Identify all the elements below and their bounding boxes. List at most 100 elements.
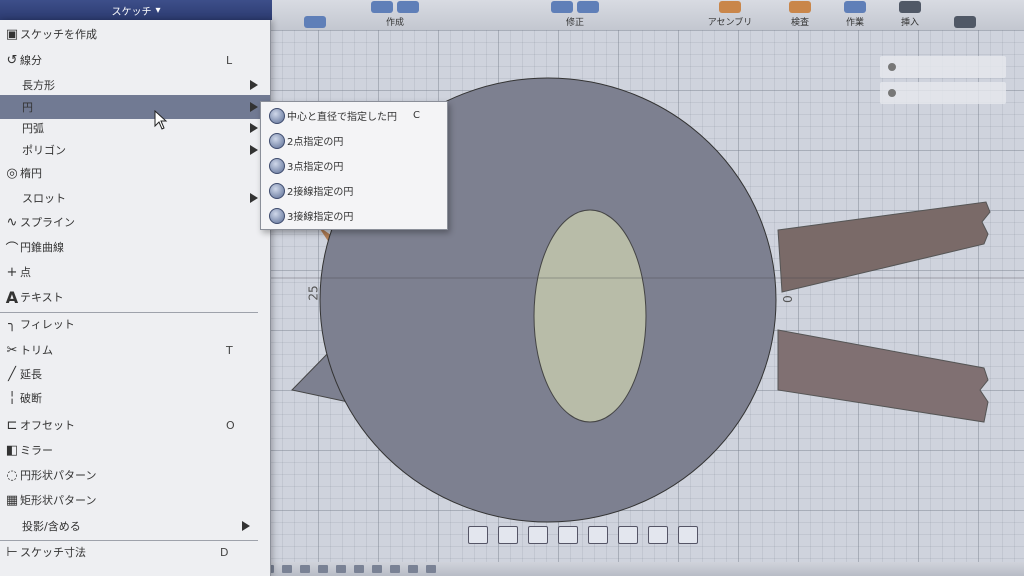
- menu-item-create-sketch[interactable]: ▣ スケッチを作成: [0, 22, 270, 46]
- submenu-item-label: 中心と直径で指定した円: [287, 112, 397, 123]
- sketch-menu-title: スケッチ: [111, 6, 152, 18]
- toolbar-label-create: 作成: [385, 18, 404, 28]
- orbit-icon[interactable]: [468, 526, 488, 544]
- submenu-arrow-icon: [250, 145, 258, 155]
- toolbar-group-inspect[interactable]: 検査: [775, 0, 825, 30]
- timeline-feature-icon[interactable]: [336, 565, 346, 573]
- menu-item-label: 円: [22, 101, 33, 114]
- submenu-arrow-icon: [250, 123, 258, 133]
- toolbar-label-assemble: アセンブリ: [707, 18, 753, 28]
- sketch-dimension-icon: ⊢: [6, 544, 18, 560]
- timeline-feature-icon[interactable]: [282, 565, 292, 573]
- toolbar-label-insert: 挿入: [900, 18, 919, 28]
- toolbar-group-blank[interactable]: [285, 0, 345, 30]
- viewports-icon[interactable]: [678, 526, 698, 544]
- timeline-feature-icon[interactable]: [354, 565, 364, 573]
- submenu-item-two-point-circle[interactable]: 2点指定の円: [261, 128, 447, 153]
- toolbar-group-construct[interactable]: 作業: [830, 0, 880, 30]
- menu-item-polygon[interactable]: ポリゴン: [0, 138, 270, 162]
- menu-item-text[interactable]: A テキスト: [0, 285, 270, 309]
- toolbar-group-select[interactable]: [945, 0, 985, 30]
- menu-item-sketch-dimension[interactable]: ⊢ スケッチ寸法 D: [0, 540, 270, 564]
- break-icon: ╎: [8, 390, 16, 406]
- menu-item-extend[interactable]: ╱ 延長: [0, 362, 270, 386]
- inspect-icon: [789, 1, 811, 13]
- menu-item-point[interactable]: + 点: [0, 260, 270, 284]
- submenu-arrow-icon: [250, 80, 258, 90]
- menu-item-label: スロット: [22, 192, 66, 205]
- menu-item-mirror[interactable]: ◧ ミラー: [0, 438, 270, 462]
- timeline-feature-icon[interactable]: [318, 565, 328, 573]
- submenu-item-center-diameter-circle[interactable]: 中心と直径で指定した円 C: [261, 103, 447, 128]
- browser-item[interactable]: [880, 82, 1006, 104]
- menu-item-label: 円錐曲線: [20, 241, 64, 254]
- menu-item-arc[interactable]: 円弧: [0, 116, 270, 140]
- two-tangent-circle-icon: [269, 182, 285, 199]
- shortcut-key: D: [220, 545, 229, 559]
- menu-item-label: 長方形: [22, 79, 55, 92]
- zoom-window-icon[interactable]: [588, 526, 608, 544]
- menu-item-label: 投影/含める: [22, 520, 81, 533]
- menu-item-label: 楕円: [20, 167, 42, 180]
- timeline-feature-icon[interactable]: [390, 565, 400, 573]
- chevron-down-icon: ▾: [155, 4, 161, 16]
- bullet-icon: [888, 63, 896, 71]
- shortcut-key: C: [413, 110, 420, 121]
- rectangular-pattern-icon: ▦: [5, 492, 19, 508]
- axis-label-25: 25: [306, 285, 321, 301]
- menu-item-label: フィレット: [20, 318, 75, 331]
- menu-item-project-include[interactable]: 投影/含める: [0, 514, 270, 538]
- toolbar-group-assemble[interactable]: アセンブリ: [690, 0, 770, 30]
- menu-item-conic[interactable]: ⌒ 円錐曲線: [0, 235, 270, 259]
- menu-item-line[interactable]: ↺ 線分 L: [0, 48, 270, 72]
- fillet-icon: ╮: [8, 316, 16, 332]
- menu-item-spline[interactable]: ∿ スプライン: [0, 210, 270, 234]
- menu-item-label: トリム: [20, 344, 53, 357]
- menu-item-trim[interactable]: ✂ トリム T: [0, 338, 270, 362]
- ellipse-icon: ◎: [6, 165, 18, 181]
- timeline-feature-icon[interactable]: [372, 565, 382, 573]
- menu-item-fillet[interactable]: ╮ フィレット: [0, 312, 270, 336]
- timeline-feature-icon[interactable]: [408, 565, 418, 573]
- axis-label-0: 0: [780, 295, 795, 303]
- offset-icon: ⊏: [6, 417, 18, 433]
- toolbar-label-inspect: 検査: [790, 18, 809, 28]
- submenu-arrow-icon: [242, 521, 250, 531]
- timeline-feature-icon[interactable]: [426, 565, 436, 573]
- menu-item-label: スプライン: [20, 216, 75, 229]
- conic-icon: ⌒: [5, 241, 19, 257]
- toolbar-label-modify: 修正: [565, 18, 584, 28]
- menu-item-slot[interactable]: スロット: [0, 186, 270, 210]
- submenu-item-three-point-circle[interactable]: 3点指定の円: [261, 153, 447, 178]
- toolbar-group-create[interactable]: 作成: [360, 0, 430, 30]
- zoom-icon[interactable]: [558, 526, 578, 544]
- menu-item-label: ミラー: [20, 444, 53, 457]
- browser-item[interactable]: [880, 56, 1006, 78]
- menu-item-ellipse[interactable]: ◎ 楕円: [0, 161, 270, 185]
- grid-settings-icon[interactable]: [648, 526, 668, 544]
- timeline-feature-icon[interactable]: [300, 565, 310, 573]
- menu-item-rectangular-pattern[interactable]: ▦ 矩形状パターン: [0, 488, 270, 512]
- pan-hand-icon[interactable]: [528, 526, 548, 544]
- inner-ellipse: [533, 209, 647, 423]
- menu-item-break[interactable]: ╎ 破断: [0, 386, 270, 410]
- menu-item-circular-pattern[interactable]: ◌ 円形状パターン: [0, 463, 270, 487]
- toolbar-icon: [304, 16, 326, 28]
- look-at-icon[interactable]: [498, 526, 518, 544]
- toolbar-group-modify[interactable]: 修正: [520, 0, 630, 30]
- shortcut-key: O: [226, 418, 235, 432]
- toolbar-label-construct: 作業: [845, 18, 864, 28]
- display-settings-icon[interactable]: [618, 526, 638, 544]
- submenu-item-two-tangent-circle[interactable]: 2接線指定の円: [261, 178, 447, 203]
- menu-item-offset[interactable]: ⊏ オフセット O: [0, 413, 270, 437]
- extend-icon: ╱: [8, 366, 16, 382]
- browser-panel: [880, 56, 1006, 108]
- modify-icon: [551, 1, 573, 13]
- submenu-item-three-tangent-circle[interactable]: 3接線指定の円: [261, 203, 447, 228]
- submenu-item-label: 2点指定の円: [287, 137, 344, 148]
- menu-item-rectangle[interactable]: 長方形: [0, 73, 270, 97]
- toolbar-group-insert[interactable]: 挿入: [885, 0, 935, 30]
- menu-item-label: 延長: [20, 368, 42, 381]
- point-icon: +: [6, 264, 18, 280]
- sketch-menu-header[interactable]: スケッチ ▾: [0, 0, 272, 20]
